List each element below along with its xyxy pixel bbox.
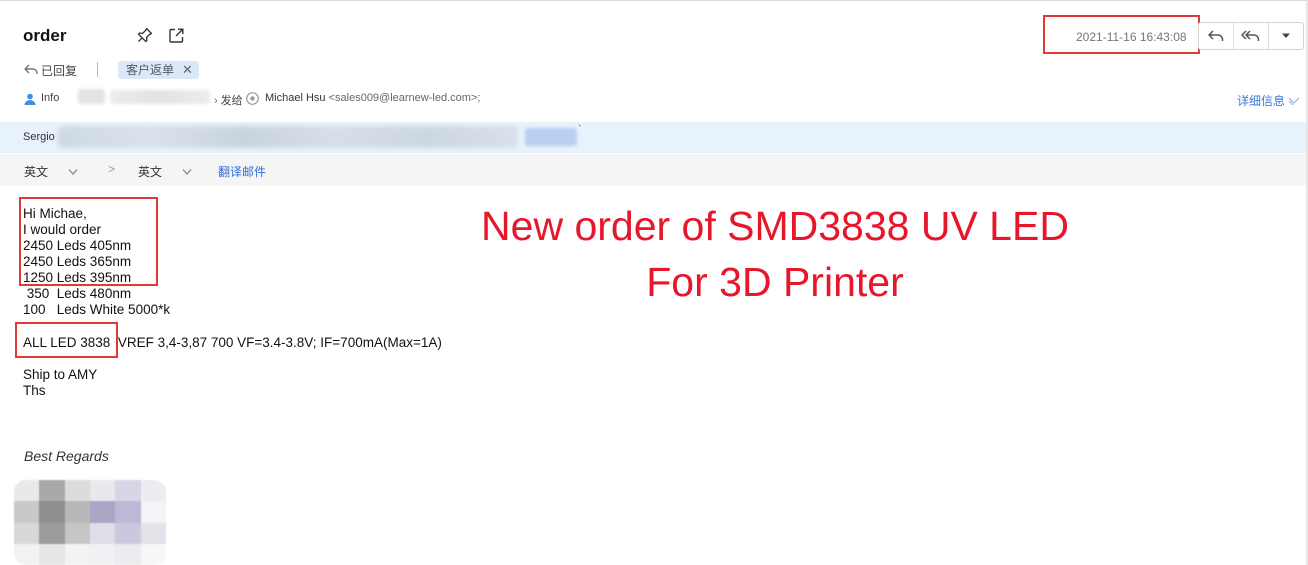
- shipping-note: Ship to AMY Ths: [23, 367, 97, 399]
- redacted-sender-part: [78, 89, 105, 104]
- status-separator: [97, 62, 98, 77]
- recipient[interactable]: Michael Hsu <sales009@learnew-led.com>;: [265, 92, 480, 104]
- chevron-down-icon: [182, 168, 192, 175]
- target-language-label: 英文: [138, 165, 163, 179]
- details-link[interactable]: 详细信息: [1237, 92, 1300, 109]
- redacted-signature-image: [14, 480, 166, 565]
- reply-icon: [1208, 30, 1224, 41]
- reply-all-button[interactable]: [1233, 23, 1268, 49]
- order-highlight-box: [19, 197, 158, 286]
- annotation-line-2: For 3D Printer: [646, 259, 904, 305]
- thanks-line: Ths: [23, 383, 46, 398]
- replied-status-label: 已回复: [41, 64, 78, 78]
- expand-chevron-icon: [1288, 97, 1300, 105]
- tag-close-icon[interactable]: ✕: [182, 61, 193, 79]
- annotation-line-1: New order of SMD3838 UV LED: [481, 203, 1069, 249]
- reply-all-icon: [1241, 30, 1260, 41]
- ship-line: Ship to AMY: [23, 367, 98, 382]
- source-language-label: 英文: [24, 165, 49, 179]
- recipient-name: Michael Hsu: [265, 92, 326, 104]
- popout-icon[interactable]: [166, 25, 186, 45]
- notice-mark: `: [578, 124, 582, 136]
- redacted-notice-text: [58, 126, 518, 148]
- led-highlight-box: [15, 322, 118, 358]
- person-icon: [24, 93, 36, 105]
- email-subject: order: [23, 26, 67, 45]
- translate-email-link[interactable]: 翻译邮件: [218, 163, 266, 180]
- signature-regards: Best Regards: [24, 448, 109, 464]
- top-divider: [0, 0, 1308, 1]
- replied-status-icon: [24, 64, 38, 74]
- sender-name[interactable]: Info: [41, 92, 59, 104]
- dropdown-icon: [1282, 33, 1290, 38]
- recipient-address: <sales009@learnew-led.com>;: [328, 92, 481, 104]
- pin-icon[interactable]: [135, 25, 155, 45]
- details-label: 详细信息: [1237, 94, 1286, 108]
- body-line: 350 Leds 480nm: [23, 286, 132, 301]
- translate-bar: [0, 154, 1306, 186]
- body-line: 100 Leds White 5000*k: [23, 302, 171, 317]
- more-actions-dropdown[interactable]: [1268, 23, 1303, 49]
- reply-button[interactable]: [1199, 23, 1233, 49]
- source-language-select[interactable]: 英文: [24, 163, 78, 180]
- datetime-highlight-box: [1043, 15, 1200, 54]
- redacted-sender-address: [110, 90, 210, 104]
- annotation-text: New order of SMD3838 UV LED For 3D Print…: [430, 198, 1120, 310]
- tag-label: 客户返单: [126, 63, 175, 77]
- redacted-notice-link: [525, 128, 577, 146]
- tag-chip[interactable]: 客户返单 ✕: [118, 61, 199, 79]
- reply-button-group: [1198, 22, 1304, 50]
- notice-name: Sergio: [23, 131, 55, 143]
- translate-arrow: >: [108, 162, 116, 176]
- recipient-icon: [246, 92, 259, 105]
- target-language-select[interactable]: 英文: [138, 163, 192, 180]
- send-to-label: › 发给: [214, 95, 243, 107]
- chevron-down-icon: [68, 168, 78, 175]
